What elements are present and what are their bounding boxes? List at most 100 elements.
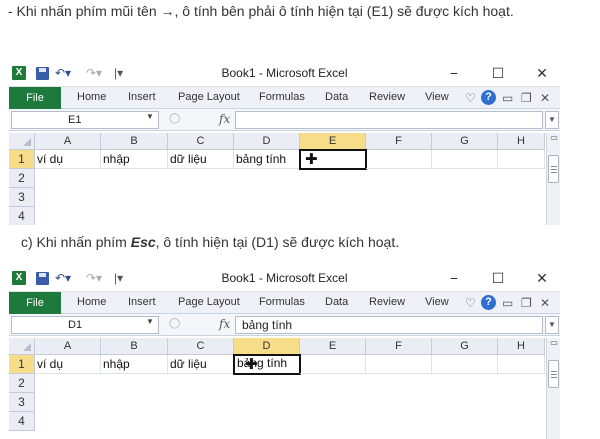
- cell-a1[interactable]: ví dụ: [35, 355, 101, 374]
- column-header-b[interactable]: B: [101, 338, 168, 355]
- column-header-d[interactable]: D: [234, 133, 300, 150]
- cell-cursor-icon: ✚: [305, 151, 318, 168]
- column-header-a[interactable]: A: [35, 338, 101, 355]
- excel-window-1: X ↶▾ ↷▾ |▾ Book1 - Microsoft Excel − ☐ ✕…: [9, 60, 560, 225]
- cell-g1[interactable]: [432, 355, 498, 374]
- title-bar: X ↶▾ ↷▾ |▾ Book1 - Microsoft Excel − ☐ ✕: [9, 265, 560, 292]
- name-box[interactable]: E1: [11, 111, 159, 129]
- row-header-2[interactable]: 2: [9, 374, 35, 393]
- maximize-icon[interactable]: ☐: [483, 63, 513, 83]
- cell-cursor-icon: ✚: [245, 356, 258, 373]
- minimize-workbook-icon[interactable]: ▭: [502, 295, 513, 311]
- cell-h1[interactable]: [498, 150, 545, 169]
- tab-review[interactable]: Review: [369, 296, 405, 308]
- formula-input[interactable]: [235, 111, 543, 129]
- instruction-paragraph-1: - Khi nhấn phím mũi tên →, ô tính bên ph…: [8, 3, 514, 19]
- column-header-e[interactable]: E: [300, 338, 366, 355]
- cell-f1[interactable]: [366, 150, 432, 169]
- cell-d1[interactable]: bảng tính: [234, 150, 300, 169]
- column-header-f[interactable]: F: [366, 338, 432, 355]
- name-box[interactable]: D1: [11, 316, 159, 334]
- row-header-1[interactable]: 1: [9, 355, 35, 374]
- restore-workbook-icon[interactable]: ❐: [521, 295, 532, 311]
- column-header-f[interactable]: F: [366, 133, 432, 150]
- cell-b1[interactable]: nhập: [101, 355, 168, 374]
- tab-page-layout[interactable]: Page Layout: [178, 296, 240, 308]
- tab-home[interactable]: Home: [77, 91, 106, 103]
- row-header-3[interactable]: 3: [9, 188, 35, 207]
- cell-c1[interactable]: dữ liệu: [168, 150, 234, 169]
- tab-review[interactable]: Review: [369, 91, 405, 103]
- tab-formulas[interactable]: Formulas: [259, 296, 305, 308]
- column-header-g[interactable]: G: [432, 133, 498, 150]
- minimize-icon[interactable]: −: [439, 63, 469, 83]
- cancel-entry-icon[interactable]: ◯: [169, 318, 180, 329]
- title-bar: X ↶▾ ↷▾ |▾ Book1 - Microsoft Excel − ☐ ✕: [9, 60, 560, 87]
- tab-file[interactable]: File: [9, 87, 61, 109]
- expand-formula-icon[interactable]: ▼: [545, 316, 559, 334]
- help-icon[interactable]: ?: [481, 90, 496, 105]
- scroll-up-icon[interactable]: ▭: [547, 338, 560, 348]
- window-title: Book1 - Microsoft Excel: [221, 271, 348, 285]
- row-header-4[interactable]: 4: [9, 412, 35, 431]
- fx-icon[interactable]: fx: [219, 317, 230, 331]
- cell-g1[interactable]: [432, 150, 498, 169]
- tab-page-layout[interactable]: Page Layout: [178, 91, 240, 103]
- column-header-h[interactable]: H: [498, 133, 545, 150]
- help-icon[interactable]: ?: [481, 295, 496, 310]
- close-workbook-icon[interactable]: ✕: [540, 295, 550, 311]
- fx-icon[interactable]: fx: [219, 112, 230, 126]
- cell-f1[interactable]: [366, 355, 432, 374]
- row-header-2[interactable]: 2: [9, 169, 35, 188]
- chevron-down-icon[interactable]: ▼: [146, 112, 154, 121]
- row-header-3[interactable]: 3: [9, 393, 35, 412]
- vertical-scrollbar[interactable]: ▭: [546, 133, 560, 225]
- minimize-workbook-icon[interactable]: ▭: [502, 90, 513, 106]
- tab-file[interactable]: File: [9, 292, 61, 314]
- para2-before: c) Khi nhấn phím: [21, 234, 131, 250]
- minimize-ribbon-icon[interactable]: ♡: [465, 90, 476, 106]
- minimize-icon[interactable]: −: [439, 268, 469, 288]
- tab-view[interactable]: View: [425, 91, 449, 103]
- vertical-scrollbar[interactable]: ▭: [546, 338, 560, 439]
- column-header-g[interactable]: G: [432, 338, 498, 355]
- tab-data[interactable]: Data: [325, 91, 348, 103]
- column-header-h[interactable]: H: [498, 338, 545, 355]
- formula-input[interactable]: bảng tính: [235, 316, 543, 334]
- cell-h1[interactable]: [498, 355, 545, 374]
- cell-e1[interactable]: [300, 355, 366, 374]
- row-header-4[interactable]: 4: [9, 207, 35, 225]
- close-icon[interactable]: ✕: [527, 268, 557, 288]
- expand-formula-icon[interactable]: ▼: [545, 111, 559, 129]
- close-workbook-icon[interactable]: ✕: [540, 90, 550, 106]
- cell-b1[interactable]: nhập: [101, 150, 168, 169]
- para2-after: , ô tính hiện tại (D1) sẽ được kích hoạt…: [155, 234, 400, 250]
- column-header-c[interactable]: C: [168, 338, 234, 355]
- restore-workbook-icon[interactable]: ❐: [521, 90, 532, 106]
- minimize-ribbon-icon[interactable]: ♡: [465, 295, 476, 311]
- tab-formulas[interactable]: Formulas: [259, 91, 305, 103]
- scroll-thumb[interactable]: [548, 360, 559, 388]
- tab-data[interactable]: Data: [325, 296, 348, 308]
- scroll-up-icon[interactable]: ▭: [547, 133, 560, 143]
- maximize-icon[interactable]: ☐: [483, 268, 513, 288]
- column-header-b[interactable]: B: [101, 133, 168, 150]
- column-header-c[interactable]: C: [168, 133, 234, 150]
- column-header-e[interactable]: E: [300, 133, 366, 150]
- column-header-a[interactable]: A: [35, 133, 101, 150]
- close-icon[interactable]: ✕: [527, 63, 557, 83]
- row-header-1[interactable]: 1: [9, 150, 35, 169]
- cancel-entry-icon[interactable]: ◯: [169, 113, 180, 124]
- cell-a1[interactable]: ví dụ: [35, 150, 101, 169]
- tab-insert[interactable]: Insert: [128, 91, 156, 103]
- column-header-d[interactable]: D: [234, 338, 300, 355]
- tab-insert[interactable]: Insert: [128, 296, 156, 308]
- chevron-down-icon[interactable]: ▼: [146, 317, 154, 326]
- scroll-thumb[interactable]: [548, 155, 559, 183]
- select-all-corner[interactable]: [9, 133, 35, 150]
- cell-c1[interactable]: dữ liệu: [168, 355, 234, 374]
- tab-home[interactable]: Home: [77, 296, 106, 308]
- cell-d1-selected[interactable]: bảng tính: [233, 354, 301, 375]
- select-all-corner[interactable]: [9, 338, 35, 355]
- tab-view[interactable]: View: [425, 296, 449, 308]
